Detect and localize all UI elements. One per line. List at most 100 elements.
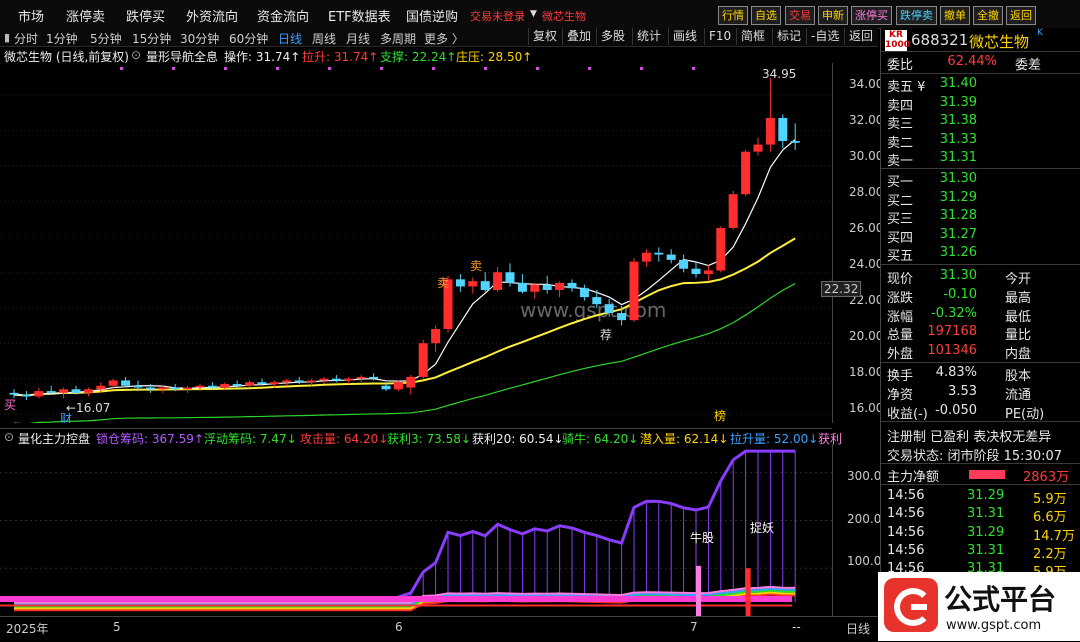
menu-market[interactable]: 市场 — [18, 6, 44, 25]
signal-dot — [536, 67, 539, 70]
candle-body — [493, 272, 503, 290]
candle-body — [666, 254, 676, 260]
quick-cancel-all-button[interactable]: 全撤 — [973, 6, 1003, 25]
candlestick-chart[interactable]: www.gspt.com34.95←16.07卖卖买财荐榜 — [0, 63, 832, 423]
netflow-bar — [969, 470, 1005, 479]
stat-row-label: 收益(-) — [887, 406, 928, 422]
period-more[interactable]: 更多 〉 — [424, 30, 464, 47]
period-1min[interactable]: 1分钟 — [46, 30, 78, 47]
signal-dot — [224, 67, 227, 70]
period-toolbar: ▮ 分时 1分钟 5分钟 15分钟 30分钟 60分钟 日线 周线 月线 多周期… — [0, 28, 878, 47]
signal-demon: 捉妖 — [750, 520, 774, 535]
menu-foreign-flow[interactable]: 外资流向 — [186, 6, 238, 25]
candle-body — [121, 380, 131, 386]
indicator-toggle-icon[interactable]: ⊙ — [131, 48, 141, 62]
wecha-label: 委差 — [1015, 58, 1042, 73]
brand-badge: 公式平台 www.gspt.com — [878, 572, 1080, 641]
time-tick: 7 — [690, 620, 698, 634]
candle-body — [418, 343, 428, 377]
stock-dropdown[interactable]: 微芯生物 — [542, 8, 586, 24]
quick-ipo-button[interactable]: 申新 — [818, 6, 848, 25]
candle-body — [629, 261, 639, 321]
candle-body — [232, 383, 242, 386]
candle-body — [108, 380, 118, 386]
menu-repo[interactable]: 国债逆购 — [406, 6, 458, 25]
quick-watchlist-button[interactable]: 自选 — [751, 6, 781, 25]
tick-cell: 6.6万 — [1033, 510, 1067, 526]
stock-name: 微芯生物 — [969, 33, 1030, 51]
toolbar-back[interactable]: 返回 — [844, 28, 877, 45]
period-daily[interactable]: 日线 — [278, 30, 302, 47]
price-axis: 34.00 32.00 30.00 28.00 26.00 24.00 22.0… — [821, 63, 884, 423]
bid-level-value: 31.27 — [939, 226, 977, 242]
bid-level: 买三 31.28 — [887, 208, 1077, 227]
candle-body — [133, 385, 143, 388]
quick-cancel-button[interactable]: 撤单 — [940, 6, 970, 25]
period-monthly[interactable]: 月线 — [346, 30, 370, 47]
collapse-icon[interactable]: ▮ — [4, 31, 10, 44]
chevron-down-icon[interactable]: ▼ — [530, 9, 537, 19]
candle-body — [542, 284, 552, 290]
quick-limitup-buy-button[interactable]: 涨停买 — [851, 6, 892, 25]
candle-body — [245, 382, 255, 386]
quick-limitdown-sell-button[interactable]: 跌停卖 — [896, 6, 937, 25]
stat-row-label: 现价 — [887, 272, 914, 287]
bid-level-label: 买二 — [887, 193, 914, 209]
menu-limitup-sell[interactable]: 涨停卖 — [66, 6, 105, 25]
candle-body — [728, 194, 738, 228]
toolbar-f10[interactable]: F10 — [704, 28, 735, 45]
brand-url: www.gspt.com — [946, 618, 1042, 633]
toolbar-stats[interactable]: 统计 — [632, 28, 665, 45]
tick-row: 14:56 31.31 6.6万 — [887, 506, 1077, 526]
toolbar-simple-frame[interactable]: 简框 — [736, 28, 769, 45]
trade-status: 交易状态: 闭市阶段 15:30:07 — [887, 449, 1063, 464]
quick-quote-button[interactable]: 行情 — [718, 6, 748, 25]
scroll-dash[interactable]: -- — [792, 620, 801, 634]
ask-level-label: 卖三 — [887, 117, 914, 132]
listing-flags: 注册制 已盈利 表决权无差异 — [887, 430, 1052, 445]
stat-row: 总量 197168 量比 — [887, 324, 1077, 343]
period-timeshare[interactable]: 分时 — [14, 30, 38, 47]
toolbar-adjust[interactable]: 复权 — [528, 28, 561, 45]
quick-back-button[interactable]: 返回 — [1006, 6, 1036, 25]
quick-trade-button[interactable]: 交易 — [785, 6, 815, 25]
candle-body — [716, 227, 726, 271]
period-multi[interactable]: 多周期 — [380, 30, 416, 47]
period-60min[interactable]: 60分钟 — [229, 30, 268, 47]
bid-level-value: 31.30 — [939, 171, 977, 186]
webi-label: 委比 — [887, 58, 914, 73]
price-tick: 26.00 — [849, 221, 884, 235]
period-weekly[interactable]: 周线 — [312, 30, 336, 47]
stat-row-value: -0.32% — [931, 305, 977, 321]
toolbar-multi-stock[interactable]: 多股 — [596, 28, 629, 45]
divider — [881, 51, 1080, 52]
menu-limitdown-buy[interactable]: 跌停买 — [126, 6, 165, 25]
bid-level: 买五 31.26 — [887, 245, 1077, 264]
menu-capital-flow[interactable]: 资金流向 — [257, 6, 309, 25]
bid-level-value: 31.29 — [939, 189, 977, 205]
sub-chart-header: ⊙ 量化主力控盘 锁仓筹码: 367.59↑ 浮动筹码: 7.47↓ 攻击量: … — [0, 428, 842, 446]
sub-axis: 300.0 200.0 100.0 — [832, 444, 881, 616]
candle-body — [393, 382, 403, 390]
sub-toggle-icon[interactable]: ⊙ — [4, 430, 14, 444]
signal-dot — [328, 67, 331, 70]
login-warning[interactable]: 交易未登录 — [470, 8, 525, 24]
candle-body — [307, 380, 317, 383]
toolbar-overlay[interactable]: 叠加 — [562, 28, 595, 45]
period-15min[interactable]: 15分钟 — [132, 30, 171, 47]
candle-body — [220, 383, 230, 388]
toolbar-mark[interactable]: 标记 — [772, 28, 805, 45]
menu-etf-table[interactable]: ETF数据表 — [328, 6, 391, 25]
support-line — [14, 283, 796, 423]
toolbar-draw[interactable]: 画线 — [668, 28, 701, 45]
exchange-logo: KR 1000 — [885, 30, 911, 52]
candle-body — [195, 385, 205, 388]
stat-row-right-label: PE(动) — [1005, 406, 1045, 422]
toolbar-remove-watch[interactable]: -自选 — [806, 28, 843, 45]
ask-level-value: 31.38 — [939, 113, 977, 128]
period-5min[interactable]: 5分钟 — [90, 30, 122, 47]
period-indicator[interactable]: 日线 — [846, 620, 870, 637]
period-30min[interactable]: 30分钟 — [180, 30, 219, 47]
sub-indicator-chart[interactable]: 牛股 捉妖 — [0, 444, 832, 616]
sub-tick: 300.0 — [847, 469, 882, 483]
